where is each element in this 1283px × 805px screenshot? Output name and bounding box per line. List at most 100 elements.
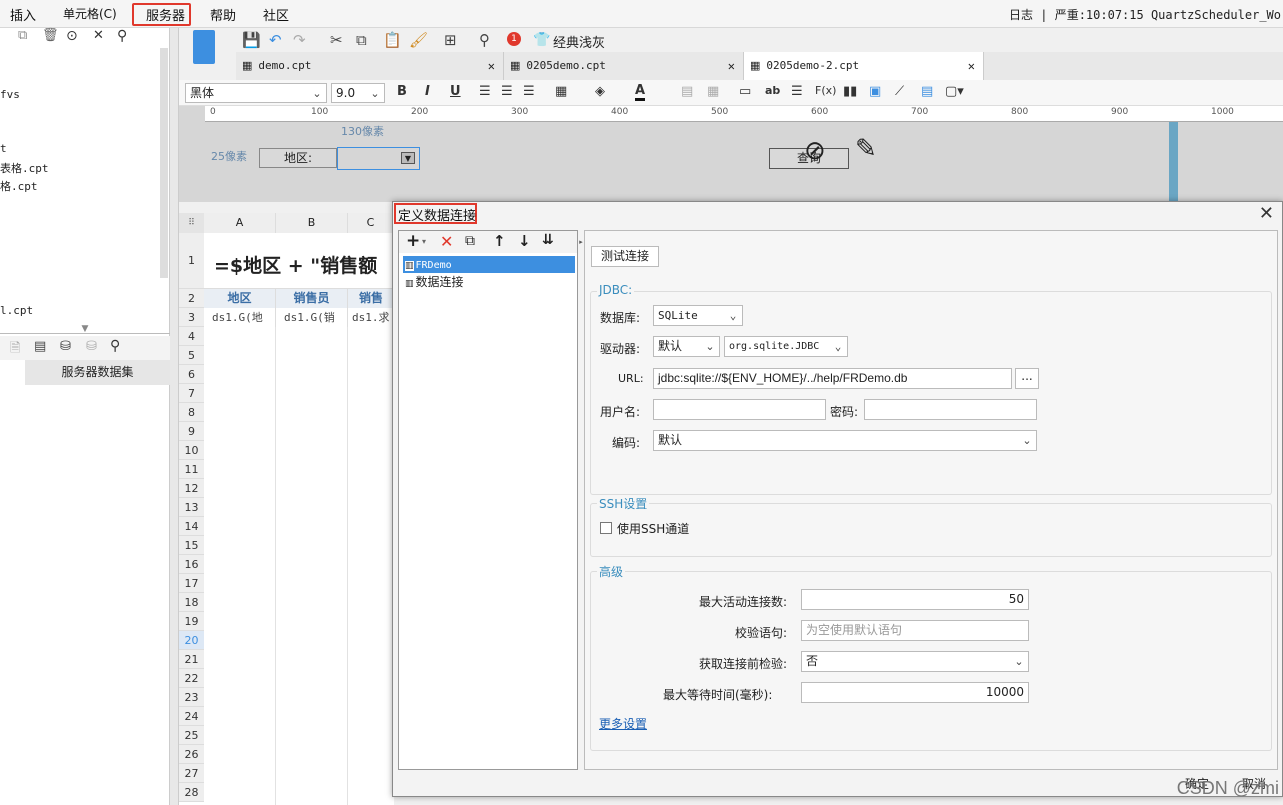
close-icon[interactable]: ✕ (968, 52, 975, 80)
arrow-up-icon[interactable]: ↑ (493, 232, 506, 250)
close-icon[interactable]: ✕ (488, 52, 495, 80)
header-cell[interactable]: 销售员 (276, 289, 348, 308)
row-header[interactable]: 17 (179, 574, 204, 593)
search-icon[interactable]: ⚲ (117, 28, 127, 44)
italic-button[interactable]: I (425, 84, 430, 99)
tree-file[interactable]: t (0, 142, 7, 155)
row-header[interactable]: 6 (179, 365, 204, 384)
max-wait-input[interactable]: 10000 (801, 682, 1029, 703)
test-connection-button[interactable]: 测试连接 (591, 246, 659, 267)
merge-icon[interactable]: ▤ (681, 84, 693, 99)
formula-icon[interactable]: F(x) (815, 84, 836, 97)
row-header[interactable]: 19 (179, 612, 204, 631)
row-header[interactable]: 13 (179, 498, 204, 517)
row-header[interactable]: 9 (179, 422, 204, 441)
row-header[interactable]: 12 (179, 479, 204, 498)
left-scrollbar[interactable] (160, 48, 168, 278)
tab-0205demo-2[interactable]: ▦ 0205demo-2.cpt ✕ (744, 52, 984, 80)
header-cell[interactable]: 地区 (204, 289, 276, 308)
row-header[interactable]: 24 (179, 707, 204, 726)
row-header[interactable]: 16 (179, 555, 204, 574)
close-icon[interactable]: ✕ (1259, 203, 1274, 224)
template-icon[interactable] (193, 30, 215, 64)
column-header[interactable]: A (204, 213, 276, 233)
add-icon[interactable]: + (406, 231, 420, 251)
validation-input[interactable]: 为空使用默认语句 (801, 620, 1029, 641)
save-icon[interactable]: 💾 (242, 31, 261, 49)
tab-demo[interactable]: ▦ demo.cpt ✕ (236, 52, 504, 80)
panel-divider[interactable] (170, 28, 179, 805)
collapse-icon[interactable]: ✕ (93, 28, 104, 43)
notification-badge[interactable]: 1 (507, 32, 521, 46)
redo-icon[interactable]: ↷ (293, 31, 306, 49)
chevron-down-icon[interactable]: ▾ (422, 237, 426, 246)
delete-icon[interactable]: 🗑 (42, 28, 59, 43)
data-cell[interactable]: ds1.G(地 (204, 308, 276, 327)
row-header[interactable]: 3 (179, 308, 204, 327)
parameter-icon[interactable]: ⊞ (444, 31, 457, 49)
log-status[interactable]: 日志 | 严重:10:07:15 QuartzScheduler_Wo (1009, 6, 1281, 23)
row-header[interactable]: 5 (179, 346, 204, 365)
select-all-corner[interactable]: ⠿ (179, 213, 204, 233)
tab-server-dataset[interactable]: 服务器数据集 (25, 360, 170, 385)
list-item[interactable]: ▥ FRDemo (403, 256, 575, 273)
driver-mode-select[interactable]: 默认 ⌄ (653, 336, 720, 357)
tree-file[interactable]: fvs (0, 88, 20, 101)
border-icon[interactable]: ▦ (555, 84, 567, 99)
username-input[interactable] (653, 399, 826, 420)
insert-ab-icon[interactable]: ab (765, 84, 780, 97)
url-more-button[interactable]: ... (1015, 368, 1039, 389)
edit-dataset-icon[interactable]: ▤ (34, 339, 46, 354)
row-header[interactable]: 28 (179, 783, 204, 802)
row-header[interactable]: 27 (179, 764, 204, 783)
font-family-select[interactable]: 黑体 ⌄ (185, 83, 327, 103)
slash-icon[interactable]: ⟋ (895, 84, 904, 99)
menu-cell[interactable]: 单元格(C) (63, 5, 117, 22)
data-cell[interactable]: ds1.求 (348, 308, 394, 327)
header-cell[interactable]: 销售 (348, 289, 394, 308)
password-input[interactable] (864, 399, 1037, 420)
row-header[interactable]: 22 (179, 669, 204, 688)
pencil-icon[interactable]: ✎ (855, 134, 877, 164)
row-header[interactable]: 21 (179, 650, 204, 669)
row-header[interactable]: 15 (179, 536, 204, 555)
row-header[interactable]: 4 (179, 327, 204, 346)
unmerge-icon[interactable]: ▦ (707, 84, 719, 99)
search-replace-icon[interactable]: ⚲ (479, 31, 490, 49)
row-header[interactable]: 26 (179, 745, 204, 764)
row-header[interactable]: 18 (179, 593, 204, 612)
row-header[interactable]: 7 (179, 384, 204, 403)
copy-icon[interactable]: ⧉ (465, 233, 475, 249)
max-active-input[interactable]: 50 (801, 589, 1029, 610)
tree-file[interactable]: 表格.cpt (0, 160, 49, 176)
more-settings-link[interactable]: 更多设置 (599, 715, 647, 732)
area-combo-widget[interactable]: ▼ (337, 147, 420, 170)
locate-icon[interactable]: ⊙ (66, 28, 78, 44)
row-header[interactable]: 1 (179, 233, 204, 289)
delete-icon[interactable]: ✕ (440, 232, 453, 251)
row-header[interactable]: 23 (179, 688, 204, 707)
area-label-widget[interactable]: 地区: (259, 148, 337, 168)
image-icon[interactable]: ▣ (869, 84, 881, 99)
encoding-select[interactable]: 默认 ⌄ (653, 430, 1037, 451)
richtext-icon[interactable]: ☰ (791, 84, 803, 99)
align-right-icon[interactable]: ☰ (523, 84, 535, 99)
tree-file[interactable]: 格.cpt (0, 178, 38, 194)
database-select[interactable]: SQLite ⌄ (653, 305, 743, 326)
tree-file[interactable]: l.cpt (0, 304, 33, 317)
copy-icon[interactable]: ⧉ (356, 31, 367, 49)
theme-shirt-icon[interactable]: 👕 (533, 31, 550, 49)
menu-community[interactable]: 社区 (263, 5, 289, 24)
row-header[interactable]: 25 (179, 726, 204, 745)
fill-color-icon[interactable]: ◈ (595, 84, 605, 99)
copy-icon[interactable]: ⧉ (18, 28, 27, 43)
align-left-icon[interactable]: ☰ (479, 84, 491, 99)
row-header[interactable]: 2 (179, 289, 204, 308)
font-size-select[interactable]: 9.0 ⌄ (331, 83, 385, 103)
theme-label[interactable]: 经典浅灰 (553, 32, 605, 51)
close-icon[interactable]: ✕ (728, 52, 735, 80)
test-before-select[interactable]: 否 ⌄ (801, 651, 1029, 672)
underline-button[interactable]: U (450, 84, 461, 99)
data-cell[interactable]: ds1.G(销 (276, 308, 348, 327)
menu-server[interactable]: 服务器 (146, 5, 185, 24)
